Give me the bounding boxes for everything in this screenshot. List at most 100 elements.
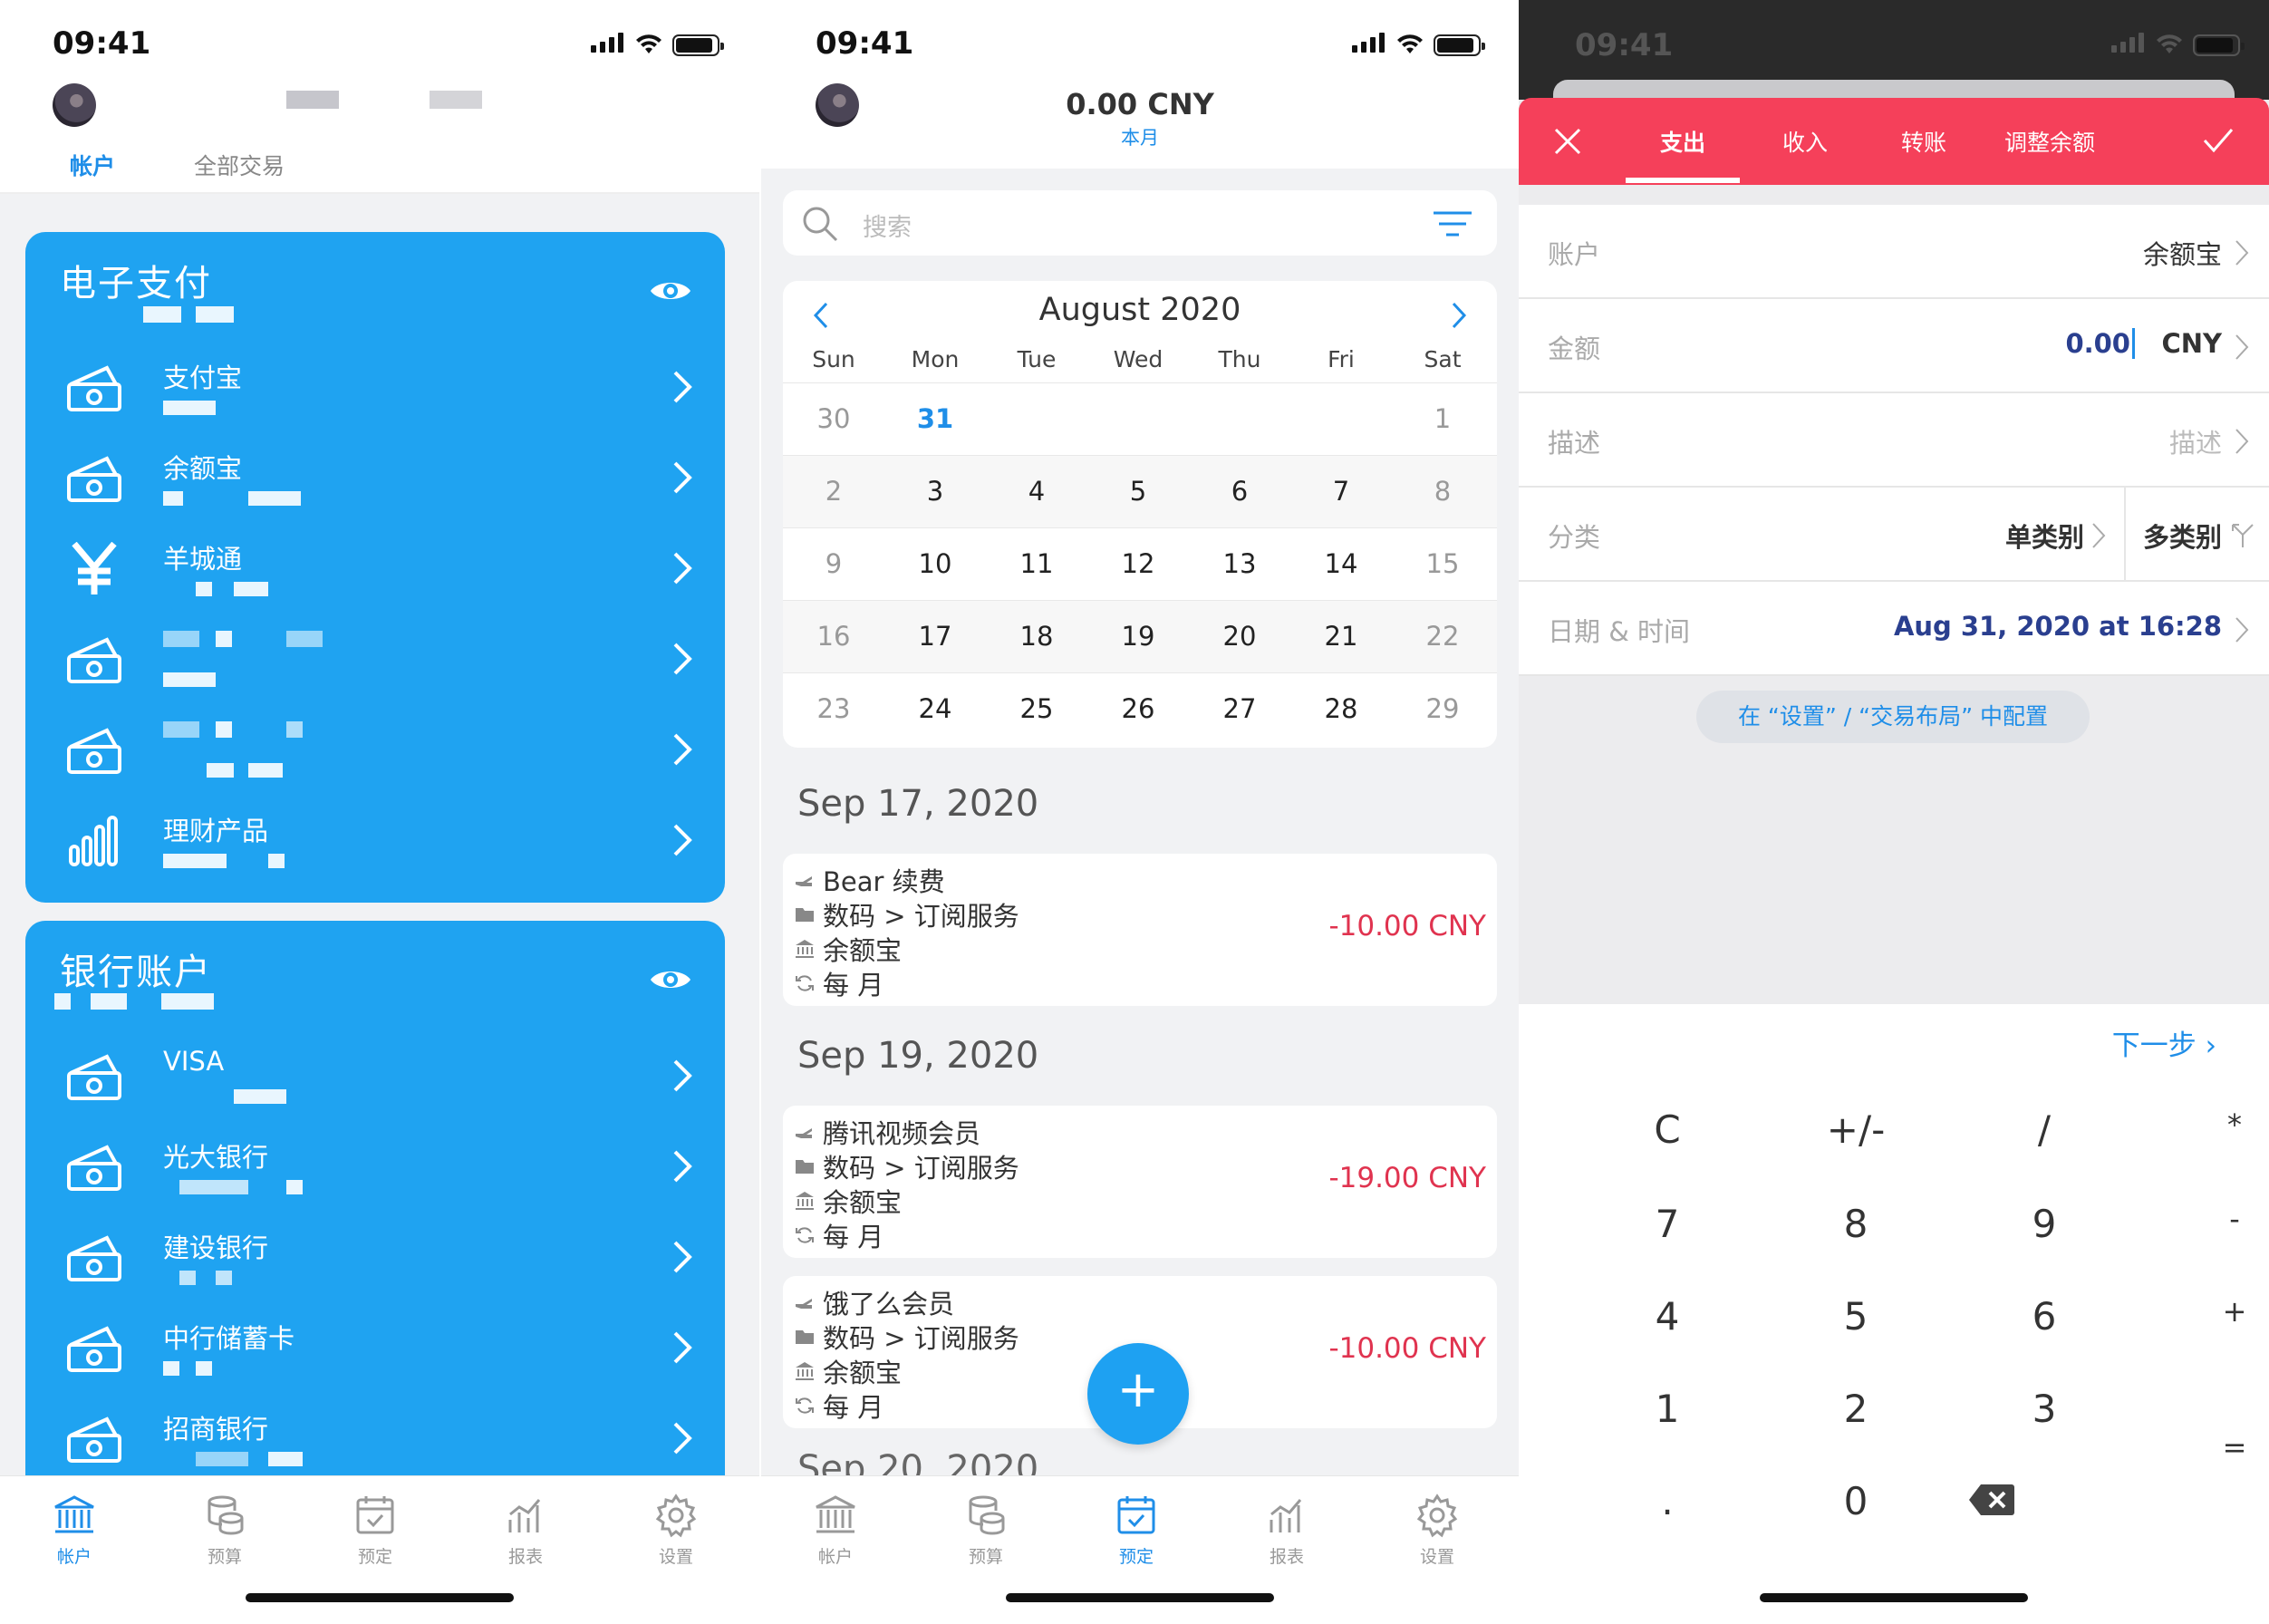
calendar-day[interactable]: 30 (783, 403, 884, 434)
tabbar-scheduled[interactable]: 预定 (1082, 1493, 1191, 1568)
calendar-day[interactable]: 21 (1290, 621, 1392, 652)
type-adjust-balance[interactable]: 调整余额 (1986, 125, 2113, 158)
eye-icon[interactable] (649, 966, 692, 993)
calendar-day[interactable]: 4 (986, 476, 1087, 507)
account-row[interactable]: 光大银行 (25, 1120, 725, 1211)
keypad-key[interactable]: 3 (1954, 1387, 2135, 1431)
tabbar-budget[interactable]: 预算 (170, 1493, 279, 1568)
calendar-day[interactable]: 9 (783, 548, 884, 579)
calendar-day[interactable]: 20 (1189, 621, 1290, 652)
tabbar-budget[interactable]: 预算 (932, 1493, 1040, 1568)
account-row[interactable] (25, 703, 725, 794)
calendar-day[interactable]: 8 (1392, 476, 1493, 507)
calendar-day[interactable]: 17 (884, 621, 986, 652)
calendar-day[interactable]: 5 (1087, 476, 1189, 507)
checkmark-icon[interactable] (2202, 127, 2235, 154)
eye-icon[interactable] (649, 277, 692, 304)
calendar-day[interactable]: 11 (986, 548, 1087, 579)
calendar-day[interactable]: 22 (1392, 621, 1493, 652)
avatar[interactable] (53, 83, 96, 127)
type-transfer[interactable]: 转账 (1874, 125, 1974, 158)
calendar-day[interactable]: 13 (1189, 548, 1290, 579)
keypad-key[interactable]: 1 (1577, 1387, 1758, 1431)
calendar-day[interactable]: 3 (884, 476, 986, 507)
tabbar-reports[interactable]: 报表 (1232, 1493, 1341, 1568)
currency-selector[interactable]: CNY (2161, 328, 2222, 359)
tabbar-settings[interactable]: 设置 (1383, 1493, 1492, 1568)
search-bar[interactable]: 搜索 (783, 190, 1497, 256)
calendar-day[interactable]: 27 (1189, 693, 1290, 724)
keypad-key[interactable]: 4 (1577, 1294, 1758, 1339)
filter-icon[interactable] (1432, 210, 1473, 237)
type-income[interactable]: 收入 (1760, 125, 1850, 158)
calendar-day[interactable]: 26 (1087, 693, 1189, 724)
calendar-day[interactable]: 7 (1290, 476, 1392, 507)
tabbar-scheduled[interactable]: 预定 (321, 1493, 430, 1568)
account-row[interactable]: 余额宝 (25, 431, 725, 522)
account-row[interactable]: 招商银行 (25, 1392, 725, 1483)
amount-field[interactable]: 金额 0.00 CNY (1519, 299, 2269, 393)
bank-icon (796, 1192, 814, 1210)
keypad-key[interactable]: / (1954, 1107, 2135, 1152)
keypad-key[interactable]: . (1577, 1479, 1758, 1523)
keypad-key[interactable]: 2 (1765, 1387, 1946, 1431)
keypad-key[interactable]: * (2144, 1107, 2269, 1142)
next-button[interactable]: 下一步 › (2112, 1022, 2216, 1063)
tabbar-reports[interactable]: 报表 (471, 1493, 580, 1568)
account-field[interactable]: 账户 余额宝 (1519, 205, 2269, 299)
account-row[interactable] (25, 613, 725, 703)
account-row[interactable]: 建设银行 (25, 1211, 725, 1301)
type-expense[interactable]: 支出 (1626, 125, 1740, 158)
keypad-key[interactable]: 6 (1954, 1294, 2135, 1339)
amount-input[interactable]: 0.00 (2065, 328, 2135, 359)
calendar-day[interactable]: 2 (783, 476, 884, 507)
calendar-day[interactable]: 23 (783, 693, 884, 724)
calendar-day[interactable]: 1 (1392, 403, 1493, 434)
search-input[interactable]: 搜索 (863, 208, 912, 243)
single-category-button[interactable]: 单类别 (2005, 517, 2084, 555)
chevron-right-icon[interactable] (1450, 301, 1468, 330)
keypad-key[interactable]: 9 (1954, 1202, 2135, 1246)
description-field[interactable]: 描述 描述 (1519, 393, 2269, 488)
calendar-day[interactable]: 10 (884, 548, 986, 579)
keypad-key[interactable]: 0 (1765, 1479, 1946, 1523)
keypad-key[interactable]: C (1577, 1107, 1758, 1152)
tabbar-accounts[interactable]: 帐户 (20, 1493, 129, 1568)
account-row[interactable]: 中行储蓄卡 (25, 1301, 725, 1392)
tabbar-settings[interactable]: 设置 (622, 1493, 730, 1568)
keypad-key[interactable]: 7 (1577, 1202, 1758, 1246)
backspace-icon[interactable] (1968, 1483, 2015, 1517)
calendar-day[interactable]: 18 (986, 621, 1087, 652)
account-row[interactable]: 理财产品 (25, 794, 725, 884)
keypad-key[interactable]: + (2144, 1294, 2269, 1329)
keypad-key[interactable]: = (2144, 1430, 2269, 1464)
add-button[interactable]: + (1087, 1343, 1189, 1445)
calendar-day[interactable]: 16 (783, 621, 884, 652)
scheduled-transaction[interactable]: 腾讯视频会员 数码 > 订阅服务 余额宝 每 月 -19.00 CNY (783, 1106, 1497, 1258)
keypad-key[interactable]: 8 (1765, 1202, 1946, 1246)
scheduled-transaction[interactable]: Bear 续费 数码 > 订阅服务 余额宝 每 月 -10.00 CNY (783, 854, 1497, 1006)
period-selector[interactable]: 本月 (761, 123, 1519, 150)
keypad-key[interactable]: - (2144, 1202, 2269, 1236)
calendar-day[interactable]: 25 (986, 693, 1087, 724)
datetime-field[interactable]: 日期 & 时间 Aug 31, 2020 at 16:28 (1519, 582, 2269, 676)
account-row[interactable]: 羊城通 (25, 522, 725, 613)
calendar-day[interactable]: 29 (1392, 693, 1493, 724)
calendar-day[interactable]: 14 (1290, 548, 1392, 579)
account-row[interactable]: VISA (25, 1030, 725, 1120)
multi-category-button[interactable]: 多类别 (2143, 517, 2222, 555)
close-icon[interactable] (1553, 127, 1582, 156)
calendar-day[interactable]: 15 (1392, 548, 1493, 579)
keypad-key[interactable]: +/- (1765, 1107, 1946, 1152)
calendar-day[interactable]: 28 (1290, 693, 1392, 724)
calendar-day[interactable]: 12 (1087, 548, 1189, 579)
layout-config-hint[interactable]: 在 “设置” / “交易布局” 中配置 (1696, 691, 2090, 743)
calendar-day[interactable]: 19 (1087, 621, 1189, 652)
calendar-day[interactable]: 6 (1189, 476, 1290, 507)
account-row[interactable]: 支付宝 (25, 341, 725, 431)
description-input[interactable]: 描述 (2169, 422, 2222, 460)
calendar-day[interactable]: 31 (884, 403, 986, 434)
keypad-key[interactable]: 5 (1765, 1294, 1946, 1339)
tabbar-accounts[interactable]: 帐户 (781, 1493, 890, 1568)
calendar-day[interactable]: 24 (884, 693, 986, 724)
